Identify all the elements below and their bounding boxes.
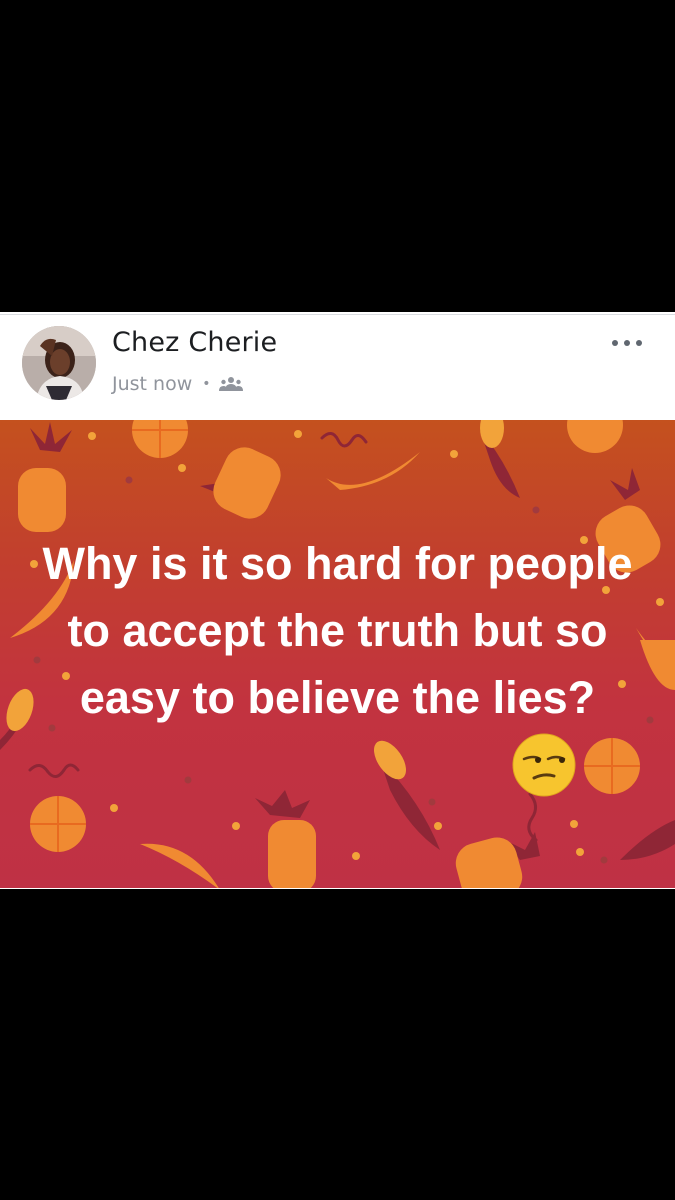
author-name[interactable]: Chez Cherie bbox=[112, 327, 277, 358]
avatar-photo bbox=[22, 326, 96, 400]
post-text: Why is it so hard for people to accept t… bbox=[42, 538, 633, 723]
unamused-face-icon bbox=[512, 733, 576, 797]
meta-separator: • bbox=[202, 376, 211, 392]
more-horizontal-icon[interactable] bbox=[609, 333, 645, 353]
post-header: Chez Cherie Just now • bbox=[0, 314, 675, 421]
post-timestamp[interactable]: Just now bbox=[112, 373, 192, 395]
post-meta: Just now • bbox=[112, 371, 243, 397]
author-avatar[interactable] bbox=[22, 326, 96, 400]
friends-icon[interactable] bbox=[218, 376, 243, 392]
facebook-post: Chez Cherie Just now • Why is it so hard… bbox=[0, 312, 675, 889]
post-background-image[interactable]: Why is it so hard for people to accept t… bbox=[0, 420, 675, 888]
screen: Chez Cherie Just now • Why is it so hard… bbox=[0, 0, 675, 1200]
